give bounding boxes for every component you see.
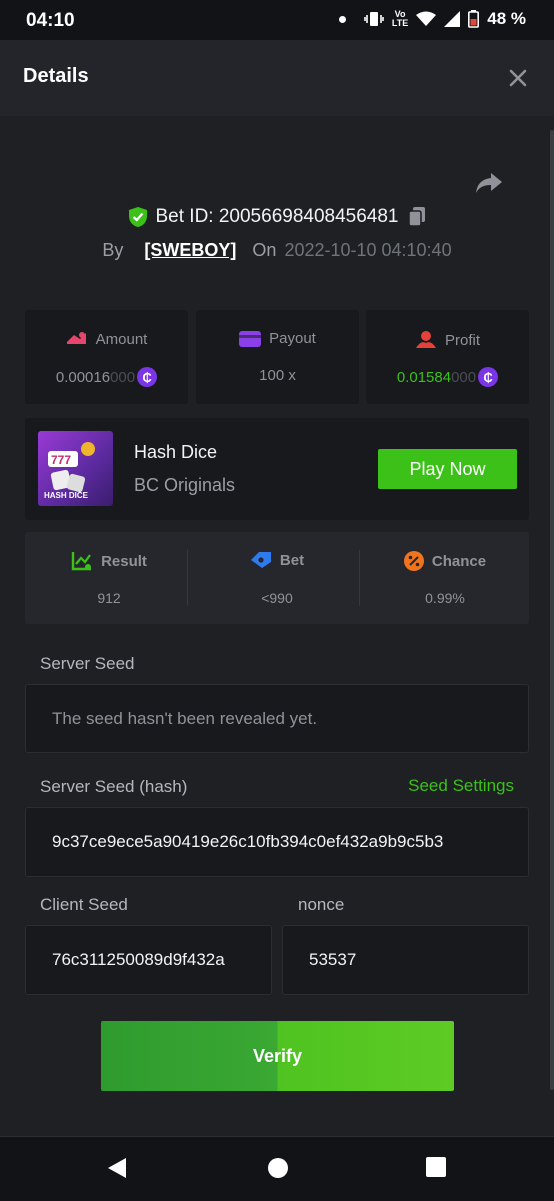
- verified-shield-icon: [128, 207, 147, 227]
- bet-author-row: By [SWEBOY] On 2022-10-10 04:10:40: [0, 240, 554, 261]
- profit-value: 0.01584 000 ₵: [366, 367, 529, 387]
- network-bottom-label: LTE: [391, 18, 409, 28]
- result-label: Result: [101, 552, 147, 570]
- back-icon[interactable]: [106, 1157, 128, 1179]
- close-icon[interactable]: [506, 66, 530, 90]
- amount-box: Amount 0.00016 000 ₵: [25, 310, 188, 404]
- home-icon[interactable]: [267, 1157, 289, 1179]
- profit-number: 0.01584: [396, 368, 452, 386]
- result-chart-icon: [71, 552, 92, 571]
- server-seed-hash-label: Server Seed (hash): [40, 777, 188, 796]
- divider: [359, 550, 360, 606]
- game-card: 777 HASH DICE Hash Dice BC Originals Pla…: [25, 418, 529, 520]
- amount-header: Amount: [25, 330, 188, 348]
- result-header: Result: [25, 551, 193, 571]
- result-value: 912: [97, 590, 121, 606]
- payout-header: Payout: [196, 330, 359, 347]
- payout-card-icon: [239, 330, 262, 347]
- bet-id: Bet ID: 20056698408456481: [155, 206, 399, 227]
- status-time: 04:10: [26, 10, 75, 31]
- bet-date: 2022-10-10 04:10:40: [284, 240, 452, 260]
- bet-column: Bet <990: [193, 532, 361, 624]
- percent-icon: [403, 551, 424, 571]
- vibrate-icon: [364, 12, 384, 26]
- page-title: Details: [23, 65, 89, 87]
- bet-label: Bet: [279, 551, 305, 569]
- bet-value: <990: [261, 590, 293, 606]
- status-icons: Vo LTE 48 %: [338, 9, 526, 29]
- scrollbar[interactable]: [550, 130, 554, 1090]
- amount-number: 0.00016: [55, 368, 111, 386]
- username-link[interactable]: [SWEBOY]: [144, 240, 236, 261]
- coin-icon: ₵: [137, 367, 158, 387]
- share-icon[interactable]: [475, 168, 503, 196]
- copy-icon[interactable]: [407, 206, 427, 228]
- payout-label: Payout: [269, 330, 316, 347]
- game-thumb-label: HASH DICE: [44, 491, 89, 500]
- svg-text:777: 777: [51, 453, 71, 467]
- game-name: Hash Dice: [134, 442, 218, 462]
- game-provider: BC Originals: [134, 475, 236, 495]
- system-nav-bar: [0, 1136, 554, 1201]
- profit-header: Profit: [366, 330, 529, 350]
- on-label: On: [252, 240, 277, 260]
- server-seed-hash-field[interactable]: 9c37ce9ece5a90419e26c10fb394c0ef432a9b9c…: [25, 807, 529, 877]
- profit-box: Profit 0.01584 000 ₵: [366, 310, 529, 404]
- amount-icon: [66, 332, 86, 344]
- signal-icon: [444, 11, 461, 27]
- battery-icon: [468, 10, 480, 28]
- notification-dot-icon: [338, 15, 346, 23]
- server-seed-label: Server Seed: [40, 654, 135, 673]
- payout-value: 100 x: [259, 367, 296, 384]
- recents-icon[interactable]: [426, 1157, 446, 1177]
- result-column: Result 912: [25, 532, 193, 624]
- client-seed-field[interactable]: 76c311250089d9f432a: [25, 925, 272, 995]
- profit-label: Profit: [444, 331, 480, 349]
- battery-percent: 48 %: [487, 9, 526, 28]
- nonce-field[interactable]: 53537: [282, 925, 529, 995]
- payout-box: Payout 100 x: [196, 310, 359, 404]
- amount-value: 0.00016 000 ₵: [25, 367, 188, 387]
- bet-id-row: Bet ID: 20056698408456481: [0, 206, 554, 228]
- bet-tag-icon: [250, 552, 271, 568]
- network-type: Vo LTE: [392, 10, 408, 28]
- client-seed-label: Client Seed: [40, 895, 128, 914]
- chance-label: Chance: [431, 552, 487, 570]
- details-header: Details: [0, 40, 554, 116]
- seed-settings-link[interactable]: Seed Settings: [408, 776, 514, 796]
- chance-value: 0.99%: [425, 590, 465, 606]
- profit-trailing-zeros: 000: [451, 368, 477, 386]
- game-thumbnail[interactable]: 777 HASH DICE: [38, 431, 113, 506]
- status-bar: 04:10 Vo LTE 48 %: [0, 0, 554, 40]
- play-now-button[interactable]: Play Now: [378, 449, 517, 489]
- bet-header: Bet: [193, 551, 361, 569]
- verify-button[interactable]: Verify: [101, 1021, 454, 1091]
- profit-icon: [415, 331, 436, 348]
- coin-icon: ₵: [478, 367, 499, 387]
- nonce-label: nonce: [298, 895, 345, 914]
- amount-label: Amount: [95, 330, 148, 348]
- chance-header: Chance: [361, 551, 529, 571]
- wifi-icon: [416, 11, 437, 26]
- server-seed-field: The seed hasn't been revealed yet.: [25, 684, 529, 753]
- by-label: By: [102, 240, 124, 260]
- chance-column: Chance 0.99%: [361, 532, 529, 624]
- amount-trailing-zeros: 000: [110, 368, 136, 386]
- divider: [187, 550, 188, 606]
- result-card: Result 912 Bet <990 Chance 0.99%: [25, 532, 529, 624]
